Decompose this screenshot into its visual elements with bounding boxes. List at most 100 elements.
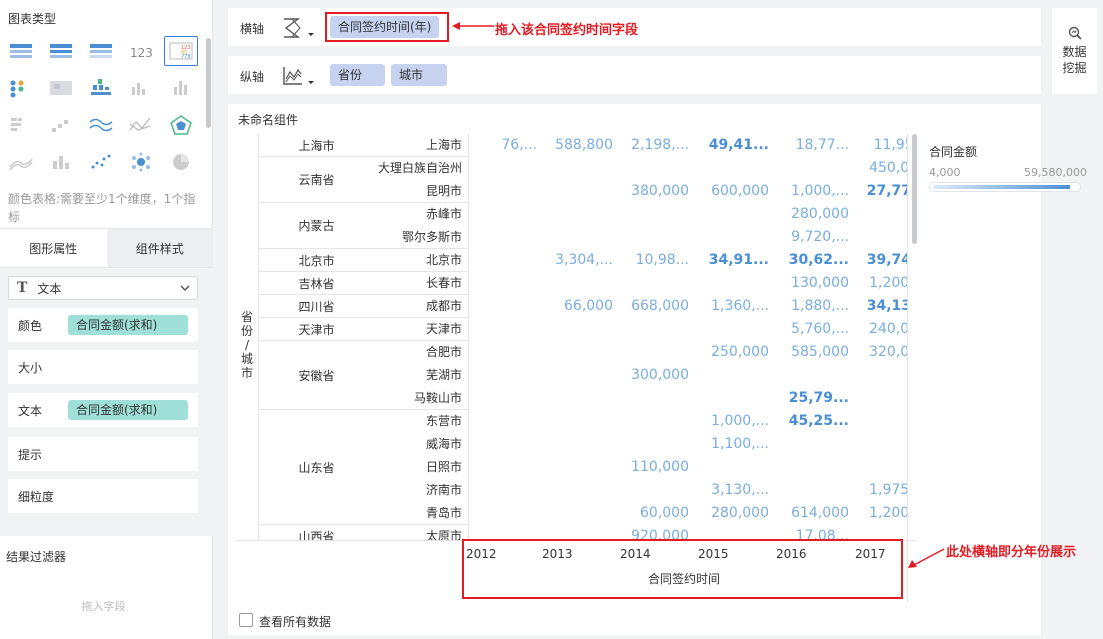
area-line-icon[interactable] bbox=[4, 147, 38, 177]
component-title[interactable]: 未命名组件 bbox=[238, 111, 298, 128]
value-cell[interactable]: 240,000 bbox=[849, 318, 908, 341]
province-cell: 云南省 bbox=[259, 157, 374, 203]
value-cell[interactable]: 600,000 bbox=[691, 180, 769, 203]
stacked-bar-icon[interactable] bbox=[4, 110, 38, 140]
value-cell[interactable]: 17,08... bbox=[771, 525, 849, 540]
legend-title: 合同金额 bbox=[929, 145, 978, 159]
value-cell[interactable]: 1,975,... bbox=[849, 479, 908, 502]
table-scrollbar[interactable] bbox=[912, 134, 917, 244]
pie-chart-icon[interactable] bbox=[164, 147, 198, 177]
value-cell[interactable]: 11,95... bbox=[849, 134, 908, 157]
x-axis-type-icon[interactable] bbox=[282, 17, 318, 42]
value-cell[interactable]: 34,91... bbox=[691, 249, 769, 272]
wave-line-icon[interactable] bbox=[84, 110, 118, 140]
color-table-icon[interactable]: 123 45 778 bbox=[164, 36, 198, 66]
heatmap-icon[interactable] bbox=[44, 73, 78, 103]
y-axis-title-char: 省 bbox=[240, 310, 253, 324]
value-cell[interactable]: 1,360,... bbox=[691, 295, 769, 318]
y-axis-title: 省份 / 城市 bbox=[240, 310, 254, 380]
value-cell[interactable]: 300,000 bbox=[611, 364, 689, 387]
value-cell[interactable]: 1,100,... bbox=[691, 433, 769, 456]
value-cell[interactable]: 130,000 bbox=[771, 272, 849, 295]
value-cell[interactable]: 18,77... bbox=[771, 134, 849, 157]
property-text[interactable]: 文本 合同金额(求和) bbox=[8, 393, 198, 427]
value-cell[interactable]: 9,720,... bbox=[771, 226, 849, 249]
text-type-icon: T bbox=[17, 280, 28, 296]
property-color[interactable]: 颜色 合同金额(求和) bbox=[8, 308, 198, 342]
text-field-pill[interactable]: 合同金额(求和) bbox=[68, 400, 188, 420]
value-cell[interactable]: 34,13... bbox=[849, 295, 908, 318]
left-panel: 图表类型 123 123 45 778 颜色表格:需要至少1个维度，1个指标 图形属性… bbox=[0, 0, 213, 639]
data-mining-button[interactable]: 数据 挖掘 bbox=[1052, 8, 1097, 94]
value-cell[interactable]: 5,760,... bbox=[771, 318, 849, 341]
value-cell[interactable]: 380,000 bbox=[611, 180, 689, 203]
value-cell[interactable]: 60,000 bbox=[611, 502, 689, 525]
value-cell[interactable]: 668,000 bbox=[611, 295, 689, 318]
colored-bar-icon[interactable] bbox=[84, 73, 118, 103]
value-cell[interactable]: 450,000 bbox=[849, 157, 908, 180]
step-chart-icon[interactable] bbox=[44, 110, 78, 140]
property-color-label: 颜色 bbox=[18, 318, 43, 333]
value-cell[interactable]: 27,77... bbox=[849, 180, 908, 203]
y-axis-type-icon[interactable] bbox=[282, 65, 318, 90]
value-cell[interactable]: 585,000 bbox=[771, 341, 849, 364]
value-cell[interactable]: 110,000 bbox=[611, 456, 689, 479]
value-cell[interactable]: 1,880,... bbox=[771, 295, 849, 318]
value-cell[interactable]: 920,000 bbox=[611, 525, 689, 540]
city-cell: 合肥市 bbox=[374, 341, 469, 364]
value-cell[interactable]: 30,62... bbox=[771, 249, 849, 272]
value-cell[interactable]: 1,200,... bbox=[849, 272, 908, 295]
city-cell: 鄂尔多斯市 bbox=[374, 226, 469, 249]
bubble-cluster-icon[interactable] bbox=[124, 147, 158, 177]
value-cell[interactable]: 250,000 bbox=[691, 341, 769, 364]
province-cell: 天津市 bbox=[259, 318, 374, 341]
property-tooltip[interactable]: 提示 bbox=[8, 437, 198, 471]
show-all-data-label[interactable]: 查看所有数据 bbox=[259, 613, 331, 630]
mark-type-dropdown[interactable]: T 文本 bbox=[8, 276, 198, 300]
kpi-number-icon[interactable]: 123 bbox=[124, 36, 158, 66]
scatter-icon[interactable] bbox=[84, 147, 118, 177]
value-cell[interactable]: 614,000 bbox=[771, 502, 849, 525]
province-cell: 上海市 bbox=[259, 134, 374, 157]
chart-type-scrollbar[interactable] bbox=[206, 38, 211, 128]
y-axis-field-city[interactable]: 城市 bbox=[391, 64, 447, 86]
property-size[interactable]: 大小 bbox=[8, 350, 198, 384]
province-cell: 山东省 bbox=[259, 410, 374, 525]
y-axis-shelf[interactable]: 纵轴 省份 城市 bbox=[228, 56, 1041, 94]
value-cell[interactable]: 39,74... bbox=[849, 249, 908, 272]
tab-graphic-properties[interactable]: 图形属性 bbox=[0, 229, 107, 267]
value-cell[interactable]: 1,000,... bbox=[771, 180, 849, 203]
value-cell[interactable]: 588,800 bbox=[535, 134, 613, 157]
legend-gradient-bar[interactable] bbox=[929, 182, 1081, 192]
value-cell[interactable]: 280,000 bbox=[771, 203, 849, 226]
table-cross-icon[interactable] bbox=[84, 36, 118, 66]
radar-chart-icon[interactable] bbox=[164, 110, 198, 140]
bar-chart-icon[interactable] bbox=[124, 73, 158, 103]
color-field-pill[interactable]: 合同金额(求和) bbox=[68, 315, 188, 335]
value-cell[interactable]: 3,130,... bbox=[691, 479, 769, 502]
value-cell[interactable]: 3,304,... bbox=[535, 249, 613, 272]
value-cell[interactable]: 1,200,... bbox=[849, 502, 908, 525]
y-axis-field-province[interactable]: 省份 bbox=[330, 64, 385, 86]
value-cell[interactable]: 10,98... bbox=[611, 249, 689, 272]
bar-chart-small-icon[interactable] bbox=[164, 73, 198, 103]
result-filter-title: 结果过滤器 bbox=[6, 550, 67, 564]
line-chart-icon[interactable] bbox=[124, 110, 158, 140]
value-cell[interactable]: 2,198,... bbox=[611, 134, 689, 157]
value-cell[interactable]: 320,000 bbox=[849, 341, 908, 364]
value-cell[interactable]: 1,000,... bbox=[691, 410, 769, 433]
value-cell[interactable]: 76,... bbox=[459, 134, 537, 157]
show-all-data-checkbox[interactable] bbox=[239, 613, 253, 627]
result-filter-dropzone[interactable]: 拖入字段 bbox=[4, 576, 203, 636]
column-chart-icon[interactable] bbox=[44, 147, 78, 177]
value-cell[interactable]: 280,000 bbox=[691, 502, 769, 525]
table-group-icon[interactable] bbox=[44, 36, 78, 66]
value-cell[interactable]: 45,25... bbox=[771, 410, 849, 433]
value-cell[interactable]: 66,000 bbox=[535, 295, 613, 318]
value-cell[interactable]: 49,41... bbox=[691, 134, 769, 157]
value-cell[interactable]: 25,79... bbox=[771, 387, 849, 410]
property-granularity[interactable]: 细粒度 bbox=[8, 479, 198, 513]
dot-matrix-icon[interactable] bbox=[4, 73, 38, 103]
tab-component-style[interactable]: 组件样式 bbox=[106, 229, 213, 267]
table-detail-icon[interactable] bbox=[4, 36, 38, 66]
